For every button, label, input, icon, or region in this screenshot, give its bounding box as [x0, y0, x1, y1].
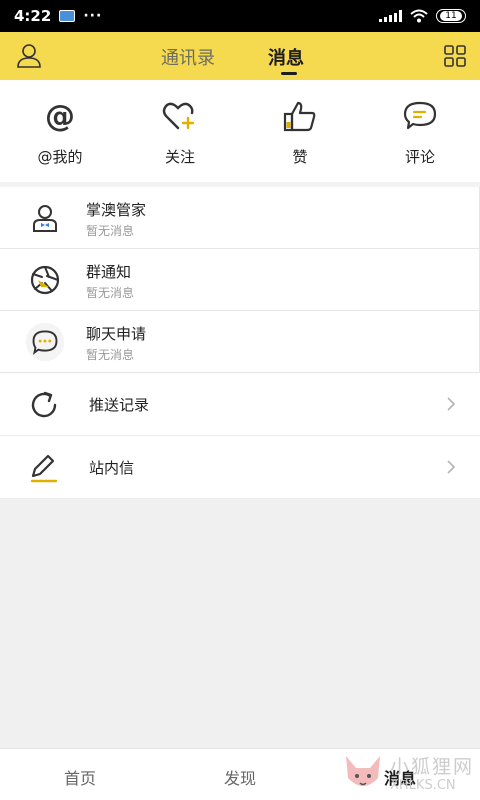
list-item-butler[interactable]: 掌澳管家 暂无消息: [0, 187, 480, 249]
nav-discover[interactable]: 发现: [160, 749, 320, 800]
bottom-nav: 首页 发现 消息: [0, 748, 480, 800]
status-more-dots: ···: [83, 8, 103, 24]
pencil-icon: [28, 452, 60, 484]
quick-action-label: 赞: [292, 148, 308, 166]
list-item-subtitle: 暂无消息: [86, 286, 135, 300]
heart-plus-icon: [162, 100, 198, 132]
comment-icon: [402, 100, 438, 132]
chevron-right-icon: [447, 397, 456, 411]
chevron-right-icon: [447, 460, 456, 474]
list-item-title: 掌澳管家: [86, 201, 147, 219]
active-tab-indicator: [281, 72, 297, 75]
list-item-chat-request[interactable]: 聊天申请 暂无消息: [0, 311, 480, 373]
nav-messages[interactable]: 消息: [320, 749, 480, 800]
notification-app-icon: [59, 10, 76, 22]
tab-messages[interactable]: 消息: [268, 44, 304, 70]
grid-icon[interactable]: [444, 45, 466, 67]
quick-action-label: 关注: [164, 148, 195, 166]
status-bar: 4:22 ··· 11: [0, 0, 480, 32]
svg-text:@: @: [45, 100, 75, 132]
quick-action-mentions[interactable]: @ @我的: [0, 80, 120, 182]
quick-action-likes[interactable]: 赞: [240, 80, 360, 182]
message-list: 掌澳管家 暂无消息 群通知 暂无消息 聊天申请 暂无消息 推送记录 站内信: [0, 187, 480, 499]
tab-contacts[interactable]: 通讯录: [161, 44, 215, 70]
list-item-subtitle: 暂无消息: [86, 224, 135, 238]
quick-actions: @ @我的 关注 赞 评论: [0, 80, 480, 182]
chat-bubble-icon: [22, 322, 68, 362]
list-item-title: 推送记录: [89, 396, 150, 414]
list-item-subtitle: 暂无消息: [86, 348, 135, 362]
list-item-title: 群通知: [86, 263, 132, 281]
status-time: 4:22: [14, 7, 52, 25]
list-item-inbox[interactable]: 站内信: [0, 436, 480, 499]
quick-action-label: @我的: [37, 148, 83, 166]
butler-icon: [22, 201, 68, 235]
list-item-title: 站内信: [89, 459, 135, 477]
battery-icon: 11: [436, 9, 466, 23]
list-item-title: 聊天申请: [86, 325, 147, 343]
wifi-icon: [410, 9, 428, 23]
user-icon[interactable]: [16, 43, 42, 69]
shutter-icon: [22, 263, 68, 297]
at-icon: @: [42, 100, 78, 132]
top-header: 通讯录 消息: [0, 32, 480, 80]
thumbs-up-icon: [282, 100, 318, 132]
refresh-icon: [28, 389, 60, 421]
quick-action-follow[interactable]: 关注: [120, 80, 240, 182]
quick-action-label: 评论: [404, 148, 435, 166]
battery-level: 11: [440, 11, 462, 21]
nav-home[interactable]: 首页: [0, 749, 160, 800]
signal-icon: [379, 10, 402, 22]
quick-action-comments[interactable]: 评论: [360, 80, 480, 182]
list-item-group-notice[interactable]: 群通知 暂无消息: [0, 249, 480, 311]
list-item-push-history[interactable]: 推送记录: [0, 373, 480, 436]
